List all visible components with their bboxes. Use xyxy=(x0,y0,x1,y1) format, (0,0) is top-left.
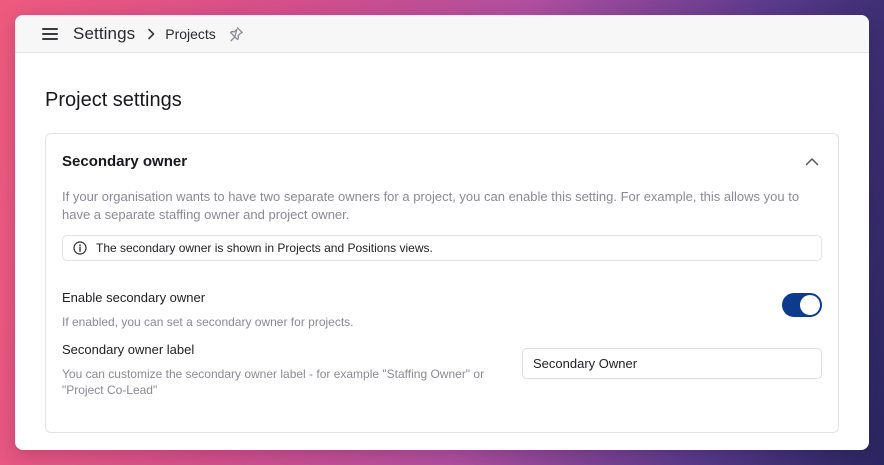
page-title: Project settings xyxy=(45,89,182,111)
owner-label-row: Secondary owner label You can customize … xyxy=(62,342,822,398)
secondary-owner-label-input[interactable] xyxy=(522,348,822,379)
enable-secondary-owner-toggle[interactable] xyxy=(782,293,822,317)
info-callout: The secondary owner is shown in Projects… xyxy=(62,235,822,261)
top-bar: Settings Projects xyxy=(15,15,869,53)
card-header[interactable]: Secondary owner xyxy=(62,134,822,188)
chevron-right-icon xyxy=(147,28,155,40)
enable-secondary-owner-row: Enable secondary owner If enabled, you c… xyxy=(62,290,822,330)
enable-help: If enabled, you can set a secondary owne… xyxy=(62,315,354,329)
chevron-up-icon[interactable] xyxy=(804,153,820,169)
info-text: The secondary owner is shown in Projects… xyxy=(96,241,433,255)
card-title: Secondary owner xyxy=(62,152,188,170)
breadcrumb-root[interactable]: Settings xyxy=(73,24,135,44)
enable-label: Enable secondary owner xyxy=(62,290,206,305)
enable-setting-text: Enable secondary owner If enabled, you c… xyxy=(62,290,354,330)
toggle-knob xyxy=(800,295,820,315)
card-description: If your organisation wants to have two s… xyxy=(62,189,800,222)
owner-label-text: Secondary owner label You can customize … xyxy=(62,342,522,398)
owner-label-help: You can customize the secondary owner la… xyxy=(62,367,485,397)
breadcrumb-current: Projects xyxy=(165,25,216,42)
main-content: Project settings Secondary owner If your… xyxy=(15,86,869,433)
owner-label-title: Secondary owner label xyxy=(62,342,195,357)
pin-icon[interactable] xyxy=(228,26,244,42)
info-icon xyxy=(73,241,87,255)
secondary-owner-card: Secondary owner If your organisation wan… xyxy=(45,133,839,433)
hamburger-icon[interactable] xyxy=(42,27,58,40)
app-window: Settings Projects Project settings Secon… xyxy=(15,15,869,450)
